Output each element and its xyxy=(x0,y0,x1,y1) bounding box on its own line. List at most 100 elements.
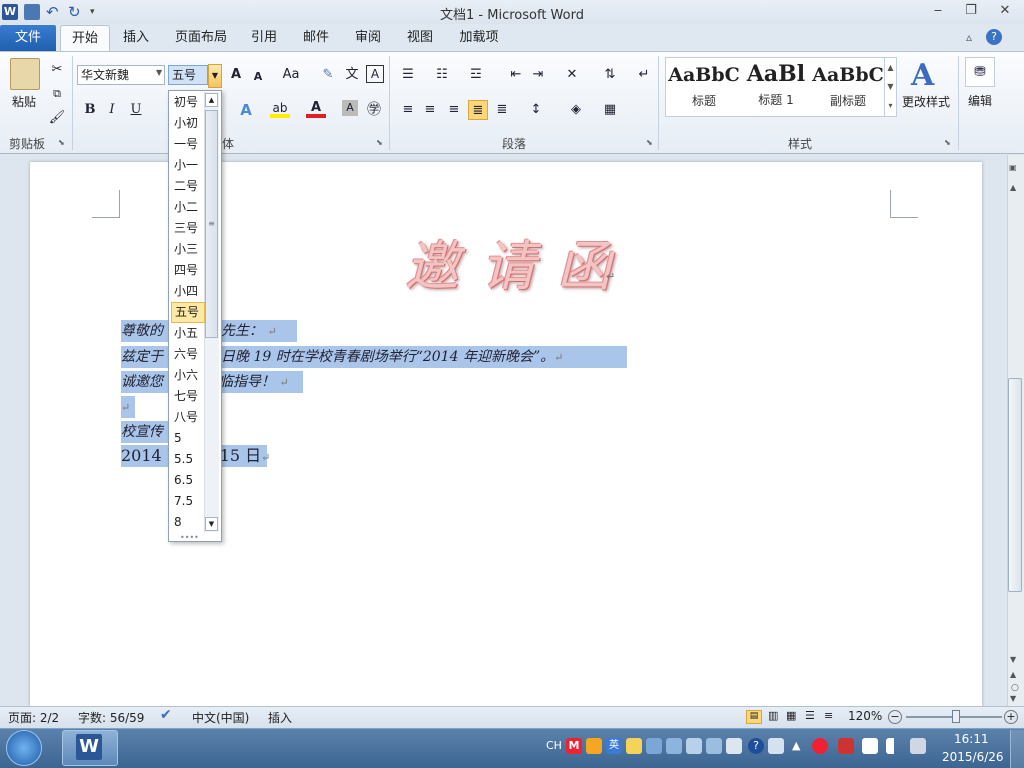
maximize-button[interactable]: ❐ xyxy=(958,2,984,20)
align-left-icon[interactable]: ≡ xyxy=(398,100,418,120)
clipboard-launcher-icon[interactable]: ⬊ xyxy=(58,138,65,147)
help-icon[interactable]: ? xyxy=(748,738,764,754)
page-count[interactable]: 页面: 2/2 xyxy=(8,709,59,726)
ime-moon-icon[interactable] xyxy=(626,738,642,754)
align-center-icon[interactable]: ≡ xyxy=(420,100,440,120)
tab-references[interactable]: 引用 xyxy=(246,25,282,51)
char-border-icon[interactable]: A xyxy=(366,65,384,83)
ime-keyboard-icon[interactable] xyxy=(666,738,682,754)
tab-review[interactable]: 审阅 xyxy=(350,25,386,51)
close-button[interactable]: ✕ xyxy=(992,2,1018,20)
editing-label[interactable]: 编辑 xyxy=(968,92,992,109)
sort-icon[interactable]: ⇅ xyxy=(600,65,620,85)
font-launcher-icon[interactable]: ⬊ xyxy=(376,138,383,147)
justify-icon[interactable]: ≣ xyxy=(468,100,488,120)
distributed-icon[interactable]: ≣ xyxy=(492,100,512,120)
font-size-option[interactable]: 8 xyxy=(171,512,205,533)
font-size-option[interactable]: 小五 xyxy=(171,323,205,344)
bold-button[interactable]: B xyxy=(80,100,100,120)
scroll-thumb[interactable]: ≡ xyxy=(205,110,218,338)
ruler-toggle-icon[interactable]: ▣ xyxy=(1009,163,1017,172)
shading-icon[interactable]: ◈ xyxy=(566,100,586,120)
font-size-option[interactable]: 七号 xyxy=(171,386,205,407)
tab-insert[interactable]: 插入 xyxy=(116,25,156,51)
show-desktop-button[interactable] xyxy=(1010,730,1024,768)
volume-icon[interactable] xyxy=(910,738,926,754)
next-page-icon[interactable]: ▼ xyxy=(1010,694,1016,703)
browse-object-icon[interactable]: ○ xyxy=(1011,683,1019,693)
chevron-down-icon[interactable]: ▼ xyxy=(156,68,162,77)
scroll-up-icon[interactable]: ▲ xyxy=(1010,183,1016,192)
align-right-icon[interactable]: ≡ xyxy=(444,100,464,120)
line-spacing-icon[interactable]: ↕ xyxy=(526,100,546,120)
font-size-option[interactable]: 二号 xyxy=(171,176,205,197)
change-styles-icon[interactable]: A xyxy=(911,58,934,93)
phonetic-guide-icon[interactable]: 文 xyxy=(342,65,362,85)
clear-format-icon[interactable]: ✎ xyxy=(318,65,338,85)
ime-icon[interactable]: M xyxy=(566,738,582,754)
font-size-option[interactable]: 一号 xyxy=(171,134,205,155)
tab-file[interactable]: 文件 xyxy=(0,25,56,51)
ime-punct-icon[interactable] xyxy=(646,738,662,754)
font-size-option[interactable]: 五号 xyxy=(171,302,205,323)
scroll-down-icon[interactable]: ▼ xyxy=(1010,655,1016,664)
cut-icon[interactable]: ✂ xyxy=(47,60,67,80)
input-lang[interactable]: CH xyxy=(546,739,562,752)
prev-page-icon[interactable]: ▲ xyxy=(1010,670,1016,679)
grow-font-button[interactable]: A xyxy=(226,65,246,85)
paragraph-launcher-icon[interactable]: ⬊ xyxy=(646,138,653,147)
security-icon[interactable] xyxy=(812,738,828,754)
tab-addins[interactable]: 加载项 xyxy=(452,25,506,51)
network-icon[interactable] xyxy=(886,738,902,754)
tab-home[interactable]: 开始 xyxy=(60,25,110,51)
ime-mode-icon[interactable] xyxy=(586,738,602,754)
zoom-in-icon[interactable]: + xyxy=(1004,710,1018,724)
web-layout-icon[interactable]: ▦ xyxy=(786,709,796,722)
enclose-char-icon[interactable]: ㊫ xyxy=(364,100,384,120)
clock-date[interactable]: 2015/6/26 xyxy=(942,750,1004,764)
insert-mode[interactable]: 插入 xyxy=(268,709,292,726)
zoom-slider-thumb[interactable] xyxy=(952,710,960,723)
highlight-icon[interactable]: ab xyxy=(270,98,290,118)
styles-launcher-icon[interactable]: ⬊ xyxy=(944,138,951,147)
minimize-ribbon-icon[interactable]: ▵ xyxy=(966,30,972,44)
print-layout-icon[interactable]: ▤ xyxy=(746,710,762,724)
tab-page-layout[interactable]: 页面布局 xyxy=(170,25,232,51)
style-subtitle[interactable]: AaBbC 副标题 xyxy=(812,58,884,116)
font-size-option[interactable]: 小一 xyxy=(171,155,205,176)
chinese-layout-icon[interactable]: ✕ xyxy=(562,65,582,85)
scroll-down-icon[interactable]: ▼ xyxy=(205,517,218,531)
styles-gallery[interactable]: AaBbC 标题 AaBl 标题 1 AaBbC 副标题 ▲ ▼ ▾ xyxy=(665,57,897,117)
ime-english-icon[interactable]: 英 xyxy=(606,738,622,754)
zoom-out-icon[interactable]: − xyxy=(888,710,902,724)
font-size-option[interactable]: 小四 xyxy=(171,281,205,302)
copy-icon[interactable]: ⧉ xyxy=(47,84,67,104)
ime-skin-icon[interactable] xyxy=(706,738,722,754)
decrease-indent-icon[interactable]: ⇤ xyxy=(506,65,526,85)
help-icon[interactable]: ? xyxy=(986,29,1002,45)
language[interactable]: 中文(中国) xyxy=(192,709,249,726)
style-heading-1[interactable]: AaBl 标题 1 xyxy=(740,58,812,116)
zoom-level[interactable]: 120% xyxy=(848,709,882,723)
draft-icon[interactable]: ≡ xyxy=(824,709,833,722)
show-hidden-icons[interactable]: ▲ xyxy=(792,739,800,752)
show-marks-icon[interactable]: ↵ xyxy=(634,65,654,85)
minimize-button[interactable]: ‒ xyxy=(925,2,951,20)
char-shading-icon[interactable]: A xyxy=(342,100,358,116)
bullets-icon[interactable]: ☰ xyxy=(398,65,418,85)
borders-icon[interactable]: ▦ xyxy=(600,100,620,120)
reading-layout-icon[interactable]: ▥ xyxy=(768,709,778,722)
italic-button[interactable]: I xyxy=(102,100,122,120)
action-center-icon[interactable] xyxy=(838,738,854,754)
doc-line[interactable]: 校宣传 xyxy=(121,421,169,443)
font-size-combo[interactable]: 五号 xyxy=(168,65,208,85)
word-count[interactable]: 字数: 56/59 xyxy=(78,709,144,726)
font-size-option[interactable]: 7.5 xyxy=(171,491,205,512)
ime-settings-icon[interactable] xyxy=(726,738,742,754)
outline-icon[interactable]: ☰ xyxy=(805,709,815,722)
font-size-option[interactable]: 6.5 xyxy=(171,470,205,491)
scroll-thumb[interactable] xyxy=(1008,378,1022,592)
font-color-icon[interactable]: A xyxy=(306,98,326,118)
format-painter-icon[interactable]: 🖌 xyxy=(47,108,67,128)
gallery-scroll[interactable]: ▲ ▼ ▾ xyxy=(884,58,896,116)
